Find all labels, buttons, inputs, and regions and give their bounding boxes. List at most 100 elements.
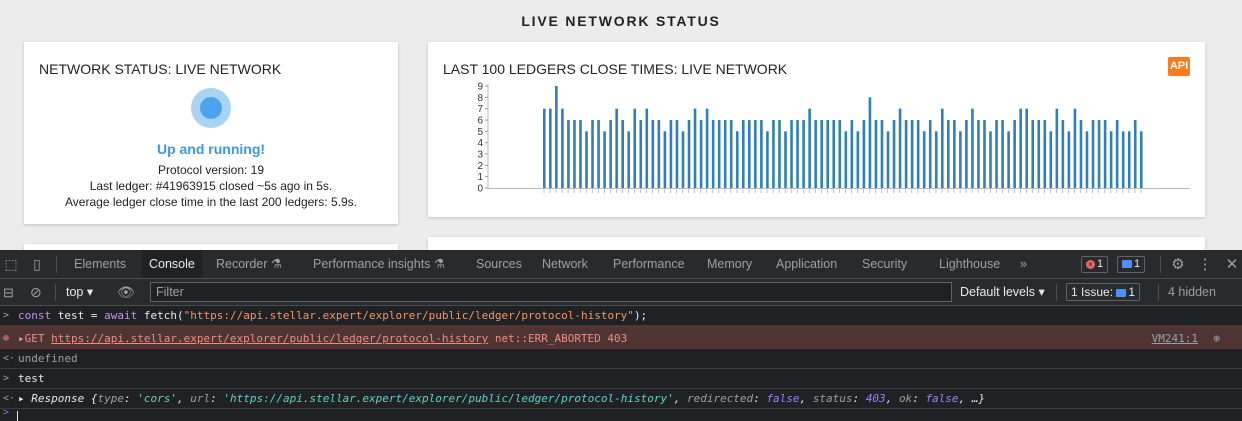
issues-button[interactable]: 1 Issue: 1: [1066, 283, 1141, 301]
close-times-card: LAST 100 LEDGERS CLOSE TIMES: LIVE NETWO…: [428, 42, 1205, 217]
bar: [705, 108, 709, 188]
page: LIVE NETWORK STATUS NETWORK STATUS: LIVE…: [0, 0, 1242, 421]
prop-ok-key: ok: [898, 392, 913, 405]
issues-count: 1: [1128, 285, 1136, 299]
tab-network[interactable]: Network: [535, 250, 595, 278]
tab-sources[interactable]: Sources: [469, 250, 529, 278]
flask-icon: ⚗: [433, 257, 446, 271]
bar: [1067, 131, 1071, 188]
tab-memory[interactable]: Memory: [700, 250, 759, 278]
bar: [892, 120, 896, 188]
response-object[interactable]: ▸ Response {type: 'cors', url: 'https://…: [18, 389, 985, 409]
settings-gear-icon[interactable]: ⚙: [1168, 250, 1188, 279]
bar: [1025, 108, 1028, 188]
y-tick-label: 9: [477, 82, 483, 93]
bar: [717, 120, 721, 188]
bar: [699, 120, 703, 188]
live-expression-eye-icon[interactable]: 👁: [117, 279, 135, 306]
filter-input[interactable]: Filter: [150, 282, 952, 302]
bar: [832, 120, 836, 188]
tab-performance-insights[interactable]: Performance insights ⚗: [306, 250, 452, 278]
average-close-time: Average ledger close time in the last 20…: [65, 195, 357, 209]
bar: [910, 120, 914, 188]
page-title: LIVE NETWORK STATUS: [521, 13, 721, 29]
tab-elements[interactable]: Elements: [67, 250, 133, 278]
fetch-call: fetch(: [137, 309, 184, 322]
tab-performance[interactable]: Performance: [606, 250, 692, 278]
chevron-down-icon: ▾: [1038, 285, 1045, 299]
bar: [741, 120, 745, 188]
bar: [735, 131, 739, 188]
context-selector[interactable]: top ▾: [66, 279, 93, 306]
prompt-chevron-icon: >: [3, 310, 10, 321]
bar: [729, 120, 733, 188]
expand-triangle-icon[interactable]: ▸: [18, 332, 25, 345]
issue-icon: [1116, 288, 1127, 297]
bar: [760, 120, 763, 188]
bar: [1019, 108, 1022, 188]
keyword-await: await: [104, 309, 138, 322]
bar: [639, 120, 643, 188]
error-message: net::ERR_ABORTED 403: [494, 332, 628, 345]
close-icon[interactable]: ✕: [1224, 250, 1240, 279]
tab-console[interactable]: Console: [142, 250, 202, 278]
device-toolbar-icon[interactable]: ▯: [26, 250, 48, 279]
bar: [585, 131, 588, 188]
network-panel-icon[interactable]: ⊕: [1213, 327, 1220, 350]
bar: [844, 131, 848, 188]
bar: [922, 131, 926, 188]
sidebar-toggle-icon[interactable]: ⊟: [3, 279, 14, 306]
error-counter-button[interactable]: × 1: [1081, 256, 1109, 273]
bar: [947, 120, 950, 188]
bar: [796, 120, 799, 188]
bar: [1043, 120, 1047, 188]
message-icon: [1122, 260, 1132, 269]
bar: [1127, 131, 1131, 188]
bar: [904, 120, 908, 188]
inspect-element-icon[interactable]: ⬚: [2, 250, 20, 279]
more-options-icon[interactable]: ⋮: [1197, 250, 1213, 279]
bar: [621, 120, 624, 188]
close-times-chart: 0123456789: [477, 82, 1190, 195]
console-output: > const test = await fetch("https://api.…: [0, 306, 1242, 421]
tab-application[interactable]: Application: [769, 250, 844, 278]
error-source-link[interactable]: VM241:1: [1152, 327, 1198, 350]
statement-end: );: [633, 309, 648, 322]
error-count: 1: [1097, 258, 1104, 270]
clear-console-icon[interactable]: ⊘: [30, 279, 42, 306]
tab-recorder[interactable]: Recorder ⚗: [209, 250, 289, 278]
bar: [868, 97, 872, 188]
bar: [886, 131, 890, 188]
bar: [772, 120, 775, 188]
prop-status-key: status: [812, 392, 853, 405]
expand-triangle-icon[interactable]: ▸: [18, 392, 25, 405]
response-label: Response: [31, 392, 85, 405]
bar: [1031, 120, 1035, 188]
prompt-chevron-icon: >: [3, 373, 10, 384]
context-value: top: [66, 285, 84, 299]
issues-label: 1 Issue:: [1071, 285, 1114, 299]
prop-ok-value: false: [925, 392, 959, 405]
y-tick-label: 2: [477, 161, 483, 172]
message-counter-button[interactable]: 1: [1117, 256, 1146, 273]
tab-security[interactable]: Security: [855, 250, 914, 278]
error-url-link[interactable]: https://api.stellar.expert/explorer/publ…: [51, 332, 488, 345]
bar: [971, 108, 974, 188]
bar: [1139, 131, 1143, 188]
console-prompt[interactable]: >: [0, 407, 1242, 421]
log-levels-dropdown[interactable]: Default levels ▾: [960, 279, 1045, 306]
command-text: const test = await fetch("https://api.st…: [18, 306, 647, 326]
bar: [754, 120, 757, 188]
result-arrow-icon: <·: [3, 393, 16, 404]
bar: [1007, 131, 1010, 188]
tabbar-divider: [56, 256, 57, 273]
bar: [543, 108, 546, 188]
more-tabs-button[interactable]: »: [1013, 250, 1034, 278]
bar: [790, 120, 793, 188]
bar: [940, 108, 944, 188]
keyword-const: const: [18, 309, 52, 322]
y-tick-label: 5: [477, 127, 483, 138]
tab-lighthouse[interactable]: Lighthouse: [932, 250, 1007, 278]
y-tick-label: 0: [477, 184, 483, 195]
bar: [1037, 120, 1041, 188]
